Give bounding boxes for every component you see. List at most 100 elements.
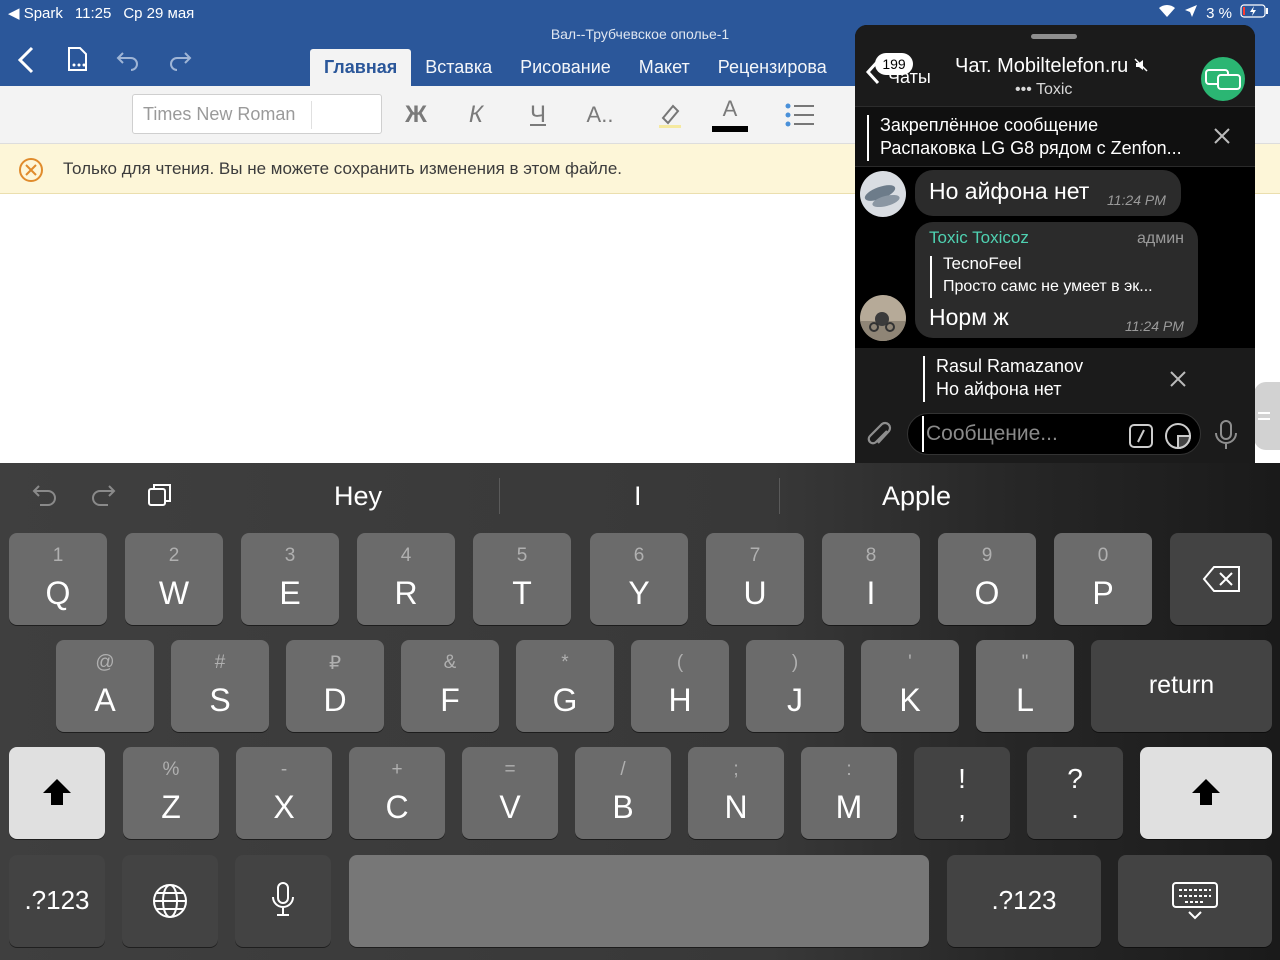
key-o[interactable]: 9O — [938, 533, 1036, 625]
suggestion-2[interactable]: I — [634, 481, 642, 512]
back-to-app-link[interactable]: ◀ Spark — [8, 4, 63, 22]
message-bubble[interactable]: Но айфона нет 11:24 PM — [915, 170, 1181, 216]
key-char: , — [958, 793, 966, 824]
slide-over-handle[interactable] — [1254, 382, 1280, 450]
group-avatar[interactable] — [1201, 57, 1245, 101]
back-chevron-icon[interactable] — [8, 42, 44, 78]
hide-keyboard-key[interactable] — [1118, 855, 1272, 947]
key-a[interactable]: @ A — [56, 640, 154, 732]
message-input[interactable] — [922, 416, 1112, 452]
key-p[interactable]: 0P — [1054, 533, 1152, 625]
key-v[interactable]: = V — [462, 747, 558, 839]
key-l[interactable]: " L — [976, 640, 1074, 732]
quote-text[interactable]: Просто самс не умеет в эк... — [943, 278, 1188, 296]
key-char: L — [1016, 682, 1034, 718]
key-w[interactable]: 2W — [125, 533, 223, 625]
suggestion-1[interactable]: Hey — [334, 481, 382, 512]
grabber-handle[interactable] — [1031, 34, 1077, 39]
key-char: N — [724, 789, 748, 825]
font-name-input[interactable] — [133, 95, 311, 133]
key-i[interactable]: 8I — [822, 533, 920, 625]
tab-draw[interactable]: Рисование — [506, 49, 625, 86]
bot-command-icon[interactable] — [1128, 423, 1154, 454]
key-b[interactable]: / B — [575, 747, 671, 839]
underline-button[interactable]: Ч — [518, 96, 558, 134]
key-e[interactable]: 3E — [241, 533, 339, 625]
sticker-icon[interactable] — [1164, 422, 1192, 455]
key-alt-char: 9 — [981, 545, 993, 566]
suggestion-3[interactable]: Apple — [882, 481, 951, 512]
undo-icon[interactable] — [30, 481, 60, 512]
key-r[interactable]: 4R — [357, 533, 455, 625]
key-char: R — [394, 575, 418, 611]
font-name-box[interactable] — [132, 94, 382, 134]
tab-review[interactable]: Рецензирова — [704, 49, 841, 86]
tab-insert[interactable]: Вставка — [411, 49, 506, 86]
numbers-label: .?123 — [24, 885, 90, 915]
numbers-key-right[interactable]: .?123 — [947, 855, 1101, 947]
key-t[interactable]: 5T — [473, 533, 571, 625]
italic-button[interactable]: К — [456, 96, 496, 134]
tab-home[interactable]: Главная — [310, 49, 412, 86]
key-q[interactable]: 1Q — [9, 533, 107, 625]
key-c[interactable]: + C — [349, 747, 445, 839]
key-f[interactable]: & F — [401, 640, 499, 732]
close-circle-icon[interactable] — [18, 157, 44, 188]
key-j[interactable]: ) J — [746, 640, 844, 732]
close-icon[interactable] — [1213, 127, 1231, 150]
message-input-box[interactable] — [907, 413, 1201, 455]
shift-key-left[interactable] — [9, 747, 105, 839]
key-n[interactable]: ; N — [688, 747, 784, 839]
key-k[interactable]: ' K — [861, 640, 959, 732]
tab-layout[interactable]: Макет — [625, 49, 704, 86]
voice-record-icon[interactable] — [1213, 419, 1239, 456]
key-g[interactable]: * G — [516, 640, 614, 732]
message-list[interactable]: Но айфона нет 11:24 PM Toxic Toxicoz адм… — [855, 168, 1255, 348]
undo-icon[interactable] — [110, 42, 146, 78]
file-menu-icon[interactable] — [60, 42, 96, 78]
avatar[interactable] — [860, 171, 906, 217]
avatar[interactable] — [860, 295, 906, 341]
key-alt-char: : — [846, 759, 852, 780]
reply-accent-bar — [923, 356, 925, 402]
key-s[interactable]: # S — [171, 640, 269, 732]
key-alt-char: # — [214, 652, 226, 673]
attach-icon[interactable] — [865, 419, 895, 456]
delete-key[interactable] — [1170, 533, 1272, 625]
key-y[interactable]: 6Y — [590, 533, 688, 625]
sender-name[interactable]: Toxic Toxicoz — [929, 228, 1029, 248]
clipboard-icon[interactable] — [146, 481, 174, 514]
font-size-button[interactable]: A.. — [580, 96, 620, 134]
key-question-period[interactable]: ?. — [1027, 747, 1123, 839]
key-exclaim-comma[interactable]: !, — [914, 747, 1010, 839]
redo-icon[interactable] — [88, 481, 118, 512]
suggestion-bar: Hey I Apple — [0, 463, 1280, 533]
chats-label[interactable]: Чаты — [888, 67, 931, 88]
shift-key-right[interactable] — [1140, 747, 1272, 839]
bullet-list-icon[interactable] — [780, 96, 820, 134]
space-bar[interactable] — [349, 855, 929, 947]
key-h[interactable]: (H — [631, 640, 729, 732]
redo-icon[interactable] — [162, 42, 198, 78]
globe-key[interactable] — [122, 855, 218, 947]
pinned-message[interactable]: Закреплённое сообщение Распаковка LG G8 … — [855, 107, 1255, 167]
bold-button[interactable]: Ж — [396, 96, 436, 134]
key-d[interactable]: ₽ D — [286, 640, 384, 732]
status-bar-left: ◀ Spark 11:25 Ср 29 мая — [8, 4, 194, 23]
message-text: Норм ж — [929, 304, 1009, 330]
quote-author[interactable]: TecnoFeel — [943, 254, 1021, 274]
key-char: E — [279, 575, 301, 611]
key-x[interactable]: -X — [236, 747, 332, 839]
return-key[interactable]: return — [1091, 640, 1272, 732]
close-icon[interactable] — [1169, 370, 1187, 393]
key-z[interactable]: % Z — [123, 747, 219, 839]
numbers-key-left[interactable]: .?123 — [9, 855, 105, 947]
key-u[interactable]: 7U — [706, 533, 804, 625]
key-m[interactable]: :M — [801, 747, 897, 839]
font-color-button[interactable]: A — [710, 96, 750, 134]
onscreen-keyboard: Hey I Apple 1Q 2W 3E 4R 5T 6Y 7U 8I 9O 0… — [0, 463, 1280, 960]
message-bubble[interactable]: Toxic Toxicoz админ TecnoFeel Просто сам… — [915, 222, 1198, 338]
dictation-key[interactable] — [235, 855, 331, 947]
highlight-icon[interactable] — [650, 96, 690, 134]
chat-title[interactable]: Чат. Mobiltelefon.ru — [955, 55, 1148, 78]
